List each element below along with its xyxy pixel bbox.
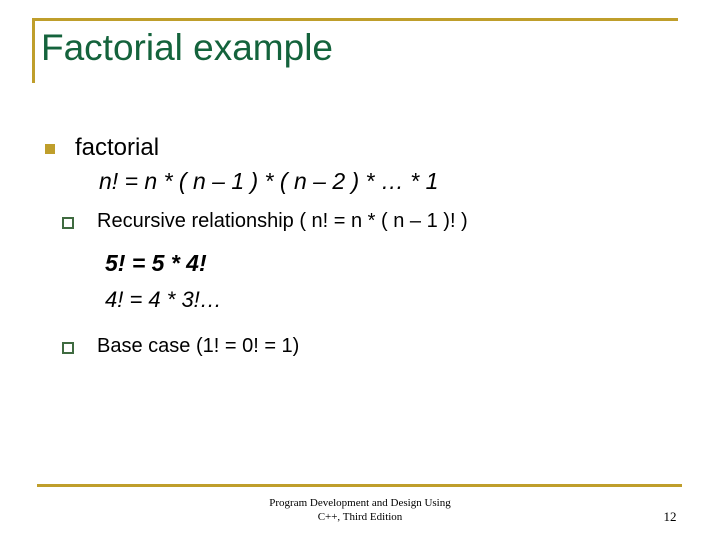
hollow-square-bullet-icon bbox=[62, 217, 74, 229]
footer-citation: Program Development and Design Using C++… bbox=[0, 496, 720, 524]
equation-factorial-expansion: n! = n * ( n – 1 ) * ( n – 2 ) * … * 1 bbox=[99, 168, 439, 194]
page-number: 12 bbox=[663, 509, 677, 524]
slide: Factorial example factorial n! = n * ( n… bbox=[0, 0, 720, 540]
title-top-rule bbox=[32, 18, 678, 21]
footer-rule bbox=[37, 484, 682, 487]
list-item: factorial bbox=[0, 131, 720, 164]
title-left-rule bbox=[32, 18, 35, 83]
list-item-label: Recursive relationship ( n! = n * ( n – … bbox=[97, 210, 468, 232]
list-item: Base case (1! = 0! = 1) bbox=[0, 331, 720, 361]
list-item-label: factorial bbox=[75, 134, 160, 161]
hollow-square-bullet-icon bbox=[62, 342, 74, 354]
list-item-label: Base case (1! = 0! = 1) bbox=[97, 335, 300, 357]
equation-four-factorial: 4! = 4 * 3!… bbox=[105, 287, 222, 312]
footer-line-2: C++, Third Edition bbox=[317, 511, 403, 523]
filled-square-bullet-icon bbox=[45, 144, 55, 154]
list-item: Recursive relationship ( n! = n * ( n – … bbox=[0, 206, 720, 236]
page-title: Factorial example bbox=[41, 27, 334, 68]
slide-body: factorial n! = n * ( n – 1 ) * ( n – 2 )… bbox=[0, 131, 720, 361]
footer-line-1: Program Development and Design Using bbox=[269, 497, 451, 509]
equation-five-factorial: 5! = 5 * 4! bbox=[105, 250, 207, 276]
